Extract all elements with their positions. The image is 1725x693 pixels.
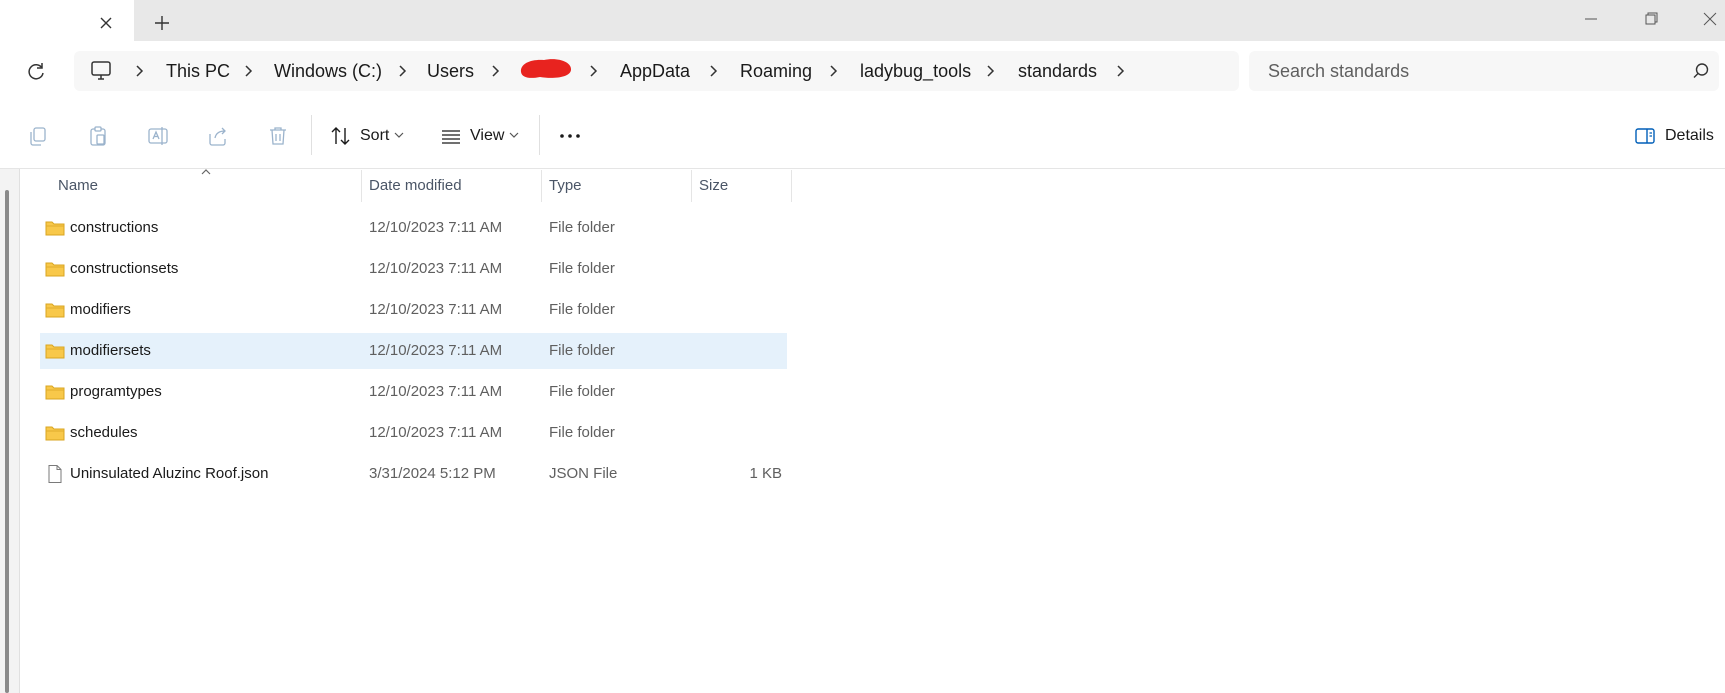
column-divider[interactable] bbox=[691, 170, 692, 202]
folder-icon bbox=[45, 342, 65, 360]
file-date: 3/31/2024 5:12 PM bbox=[369, 465, 496, 482]
navigation-pane[interactable] bbox=[0, 169, 20, 693]
file-name[interactable]: constructions bbox=[70, 219, 158, 237]
copy-icon[interactable] bbox=[26, 124, 50, 148]
file-name[interactable]: Uninsulated Aluzinc Roof.json bbox=[70, 465, 268, 483]
breadcrumb-redacted-user[interactable] bbox=[518, 54, 574, 81]
file-date: 12/10/2023 7:11 AM bbox=[369, 383, 503, 400]
computer-icon[interactable] bbox=[89, 60, 113, 82]
column-header-size[interactable]: Size bbox=[699, 177, 728, 195]
chevron-down-icon[interactable] bbox=[394, 131, 404, 139]
file-date: 12/10/2023 7:11 AM bbox=[369, 342, 503, 359]
file-type: File folder bbox=[549, 301, 615, 318]
file-type: File folder bbox=[549, 383, 615, 400]
restore-icon[interactable] bbox=[1640, 8, 1662, 30]
chevron-right-icon[interactable] bbox=[1114, 63, 1128, 79]
file-size: 1 KB bbox=[749, 465, 782, 482]
refresh-icon[interactable] bbox=[24, 60, 48, 84]
navigation-scrollbar[interactable] bbox=[5, 190, 9, 693]
column-divider[interactable] bbox=[791, 170, 792, 202]
delete-icon[interactable] bbox=[266, 124, 290, 148]
file-row[interactable]: constructionsets 12/10/2023 7:11 AM File… bbox=[40, 251, 787, 287]
file-type: JSON File bbox=[549, 465, 618, 482]
sort-ascending-icon bbox=[200, 168, 212, 176]
file-row[interactable]: Uninsulated Aluzinc Roof.json 3/31/2024 … bbox=[40, 456, 787, 492]
toolbar-divider bbox=[539, 115, 540, 155]
breadcrumb-users[interactable]: Users bbox=[427, 61, 474, 81]
column-header-date-modified[interactable]: Date modified bbox=[369, 177, 462, 195]
chevron-right-icon[interactable] bbox=[707, 63, 721, 79]
chevron-right-icon[interactable] bbox=[984, 63, 998, 79]
breadcrumb-ladybug-tools[interactable]: ladybug_tools bbox=[860, 61, 971, 81]
breadcrumb-standards[interactable]: standards bbox=[1018, 61, 1097, 81]
view-icon[interactable] bbox=[439, 124, 463, 148]
file-row[interactable]: constructions 12/10/2023 7:11 AM File fo… bbox=[40, 210, 787, 246]
window-close-icon[interactable] bbox=[1699, 8, 1721, 30]
file-row[interactable]: schedules 12/10/2023 7:11 AM File folder bbox=[40, 415, 787, 451]
folder-icon bbox=[45, 424, 65, 442]
chevron-right-icon[interactable] bbox=[489, 63, 503, 79]
sort-icon[interactable] bbox=[329, 124, 353, 148]
paste-icon[interactable] bbox=[86, 124, 110, 148]
breadcrumb-appdata[interactable]: AppData bbox=[620, 61, 690, 81]
file-name[interactable]: modifiersets bbox=[70, 342, 151, 360]
chevron-right-icon[interactable] bbox=[827, 63, 841, 79]
view-button[interactable]: View bbox=[470, 127, 504, 145]
breadcrumb-roaming[interactable]: Roaming bbox=[740, 61, 812, 81]
file-name[interactable]: programtypes bbox=[70, 383, 162, 401]
folder-icon bbox=[45, 219, 65, 237]
details-pane-icon[interactable] bbox=[1633, 124, 1657, 148]
column-header-type[interactable]: Type bbox=[549, 177, 582, 195]
column-divider[interactable] bbox=[541, 170, 542, 202]
file-name[interactable]: modifiers bbox=[70, 301, 131, 319]
sort-button[interactable]: Sort bbox=[360, 127, 389, 145]
toolbar-divider bbox=[311, 115, 312, 155]
rename-icon[interactable] bbox=[146, 124, 170, 148]
folder-icon bbox=[45, 260, 65, 278]
search-icon[interactable] bbox=[1692, 62, 1710, 80]
close-icon[interactable] bbox=[95, 12, 117, 34]
file-type: File folder bbox=[549, 424, 615, 441]
file-row-selected[interactable]: modifiersets 12/10/2023 7:11 AM File fol… bbox=[40, 333, 787, 369]
chevron-right-icon[interactable] bbox=[242, 63, 256, 79]
file-date: 12/10/2023 7:11 AM bbox=[369, 219, 503, 236]
file-row[interactable]: modifiers 12/10/2023 7:11 AM File folder bbox=[40, 292, 787, 328]
file-date: 12/10/2023 7:11 AM bbox=[369, 424, 503, 441]
file-row[interactable]: programtypes 12/10/2023 7:11 AM File fol… bbox=[40, 374, 787, 410]
chevron-down-icon[interactable] bbox=[509, 131, 519, 139]
details-button[interactable]: Details bbox=[1665, 127, 1714, 145]
plus-icon[interactable] bbox=[151, 12, 173, 34]
file-icon bbox=[45, 465, 65, 483]
chevron-right-icon[interactable] bbox=[587, 63, 601, 79]
file-name[interactable]: schedules bbox=[70, 424, 138, 442]
minimize-icon[interactable] bbox=[1580, 8, 1602, 30]
command-bar bbox=[0, 101, 1725, 169]
breadcrumb-windows-c[interactable]: Windows (C:) bbox=[274, 61, 382, 81]
file-type: File folder bbox=[549, 342, 615, 359]
file-type: File folder bbox=[549, 219, 615, 236]
share-icon[interactable] bbox=[206, 124, 230, 148]
file-date: 12/10/2023 7:11 AM bbox=[369, 260, 503, 277]
title-bar bbox=[0, 0, 1725, 41]
breadcrumb-this-pc[interactable]: This PC bbox=[166, 61, 230, 81]
column-divider[interactable] bbox=[361, 170, 362, 202]
more-options-icon[interactable] bbox=[558, 124, 582, 148]
folder-icon bbox=[45, 301, 65, 319]
folder-icon bbox=[45, 383, 65, 401]
file-name[interactable]: constructionsets bbox=[70, 260, 178, 278]
file-type: File folder bbox=[549, 260, 615, 277]
chevron-right-icon[interactable] bbox=[396, 63, 410, 79]
chevron-right-icon[interactable] bbox=[133, 63, 147, 79]
file-date: 12/10/2023 7:11 AM bbox=[369, 301, 503, 318]
column-header-name[interactable]: Name bbox=[58, 177, 98, 195]
search-placeholder: Search standards bbox=[1268, 61, 1410, 81]
